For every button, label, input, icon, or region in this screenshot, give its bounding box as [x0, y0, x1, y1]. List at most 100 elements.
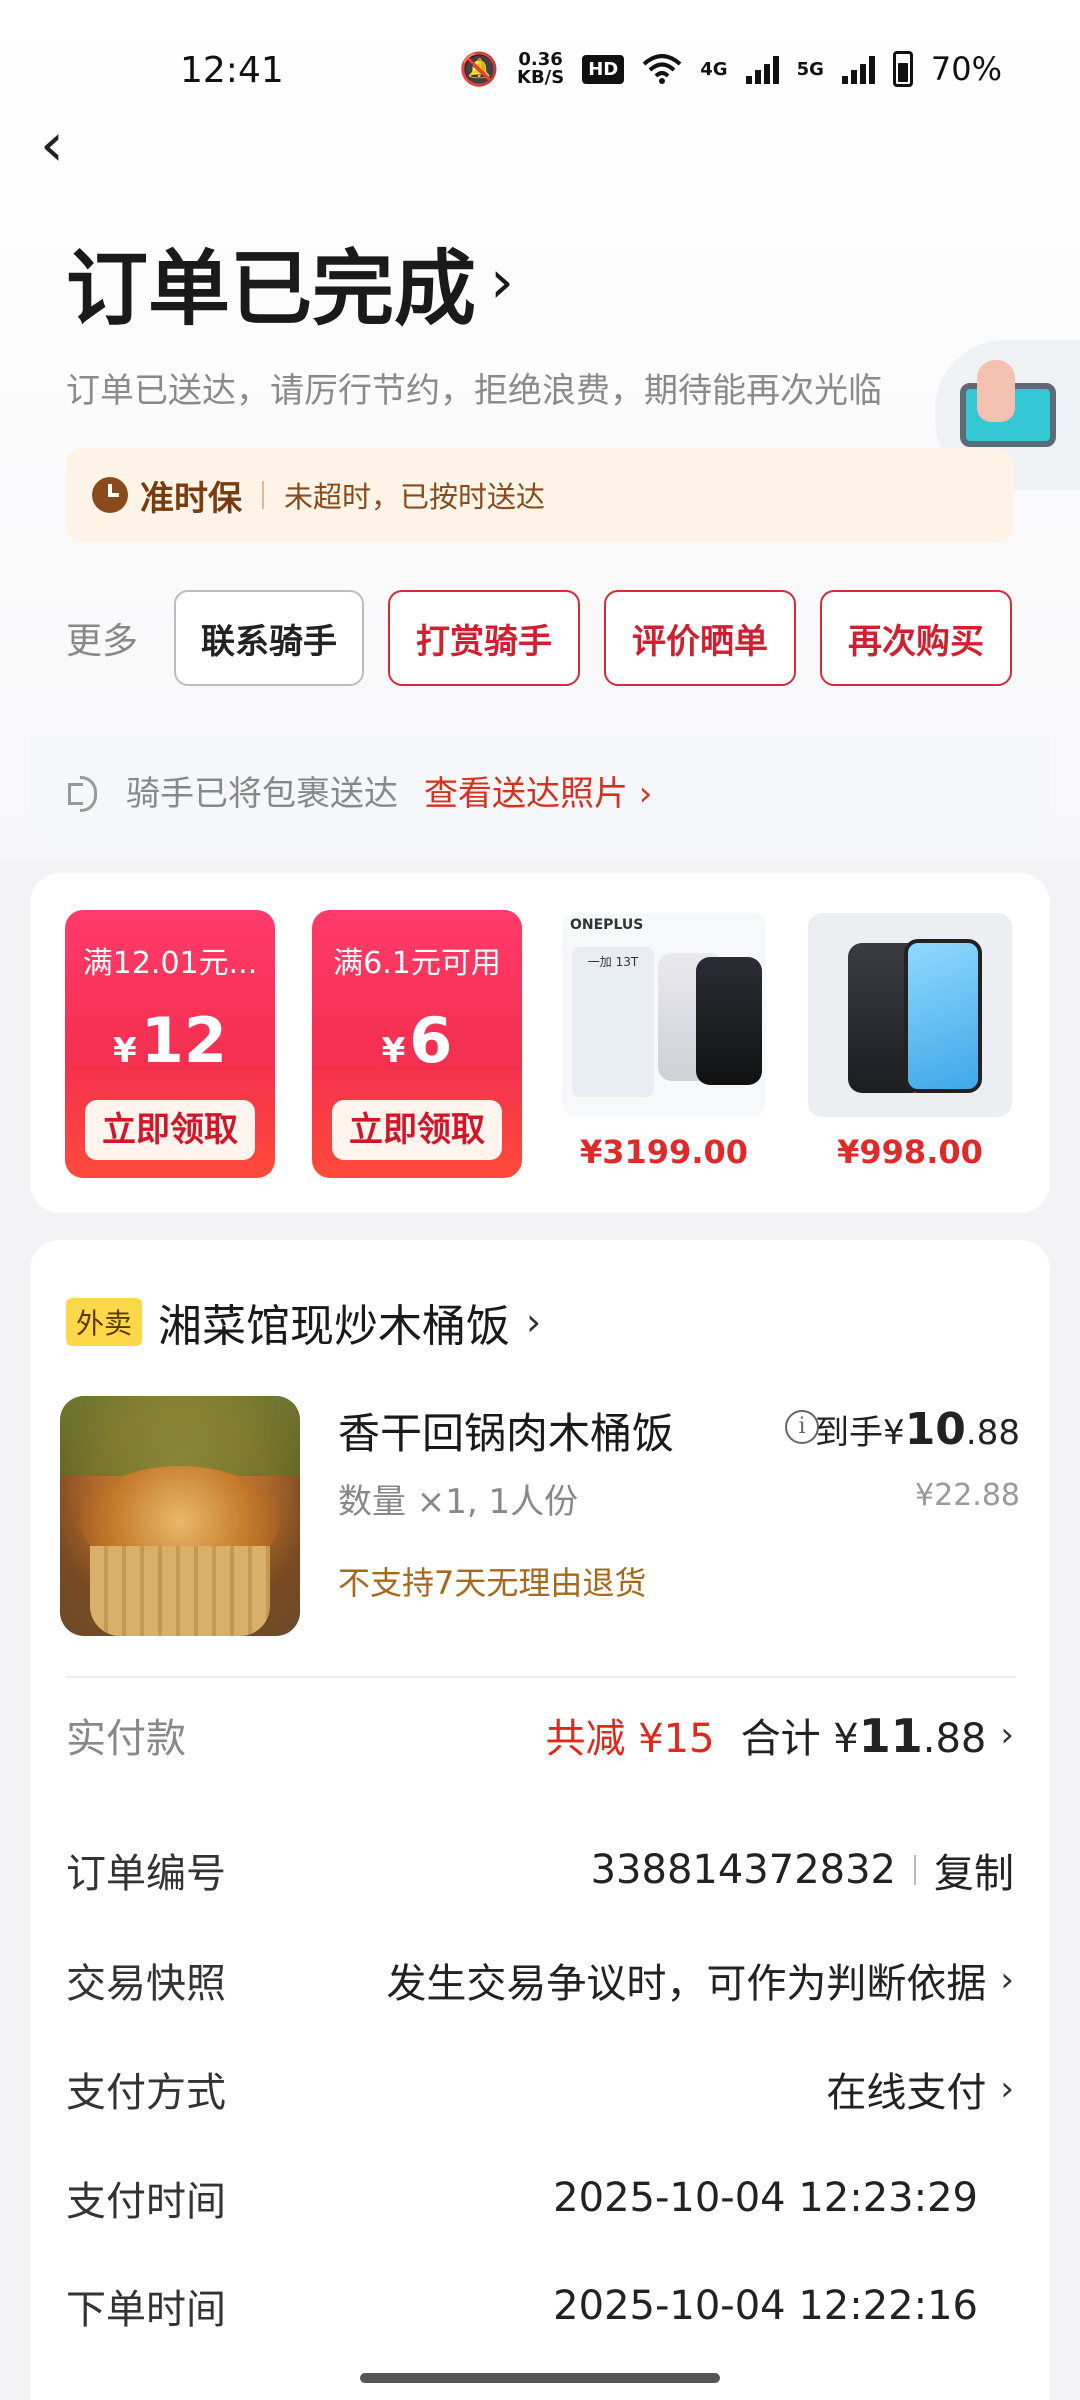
- status-icons: 🔕 0.36 KB/S HD 4G 5G 70%: [459, 50, 1002, 88]
- status-bar: 12:41 🔕 0.36 KB/S HD 4G 5G 70%: [0, 0, 1080, 140]
- total-decimal: .88: [922, 1716, 987, 1762]
- coupon-card[interactable]: 满12.01元... ¥12 立即领取: [65, 910, 275, 1178]
- discount-amount: 共减 ¥15: [545, 1716, 715, 1762]
- order-actions: 更多 联系骑手 打赏骑手 评价晒单 再次购买: [66, 590, 1016, 686]
- store-name: 湘菜馆现炒木桶饭: [158, 1301, 511, 1352]
- trade-snapshot-values: 发生交易争议时，可作为判断依据 ›: [386, 1951, 1014, 2009]
- item-final-price: 到手¥10.88: [815, 1404, 1020, 1455]
- order-number-row: 订单编号 338814372832 复制: [66, 1840, 1014, 1900]
- view-delivery-photo-link[interactable]: 查看送达照片 ›: [424, 766, 652, 815]
- coupon-condition: 满6.1元可用: [333, 946, 501, 981]
- order-time-label: 下单时间: [66, 2287, 226, 2333]
- signal-5g-icon: [841, 54, 875, 84]
- network-4g-label: 4G: [700, 58, 728, 80]
- network-speed: 0.36 KB/S: [517, 51, 564, 87]
- product-image: [808, 913, 1012, 1117]
- coupon-amount: ¥12: [65, 1004, 275, 1077]
- order-number-values: 338814372832 复制: [591, 1841, 1014, 1899]
- item-original-price: ¥22.88: [915, 1478, 1020, 1513]
- chevron-right-icon: ›: [1000, 1960, 1014, 2000]
- product-model: 一加 13T: [587, 955, 639, 969]
- chevron-right-icon: ›: [490, 246, 515, 317]
- review-button[interactable]: 评价晒单: [604, 590, 796, 686]
- page-title-text: 订单已完成: [66, 242, 477, 337]
- battery-icon: [892, 51, 913, 87]
- payment-label: 实付款: [66, 1716, 186, 1762]
- phone-front-image: [904, 939, 982, 1093]
- home-indicator[interactable]: [360, 2373, 720, 2383]
- rider-delivery-row: 骑手已将包裹送达 查看送达照片 ›: [68, 766, 652, 815]
- divider: [914, 1855, 916, 1885]
- coupon-amount: ¥6: [312, 1004, 522, 1077]
- final-price-integer: 10: [904, 1404, 966, 1455]
- buy-again-button[interactable]: 再次购买: [820, 590, 1012, 686]
- food-image[interactable]: [60, 1396, 300, 1636]
- payment-method-row[interactable]: 支付方式 在线支付 ›: [66, 2059, 1014, 2119]
- tip-rider-button[interactable]: 打赏骑手: [388, 590, 580, 686]
- final-price-label: 到手¥: [815, 1413, 905, 1453]
- divider: [66, 1676, 1016, 1678]
- final-price-decimal: .88: [965, 1413, 1020, 1453]
- product-brand: ONEPLUS: [570, 917, 644, 933]
- coupon-currency: ¥: [381, 1031, 406, 1071]
- hd-icon: HD: [582, 54, 625, 84]
- claim-coupon-button[interactable]: 立即领取: [332, 1100, 502, 1160]
- rider-delivery-text: 骑手已将包裹送达: [126, 774, 398, 814]
- chevron-right-icon: ›: [526, 1300, 542, 1344]
- payment-method-values: 在线支付 ›: [826, 2060, 1014, 2118]
- ontime-text: 未超时，已按时送达: [284, 480, 546, 514]
- coupon-currency: ¥: [113, 1031, 137, 1071]
- product-price: ¥998.00: [837, 1133, 983, 1171]
- chevron-left-icon: ‹: [40, 110, 64, 180]
- payment-time-value: 2025-10-04 12:23:29: [553, 2175, 978, 2221]
- page-title[interactable]: 订单已完成 ›: [66, 222, 514, 341]
- claim-coupon-button[interactable]: 立即领取: [85, 1100, 255, 1160]
- wooden-bucket: [90, 1546, 270, 1636]
- coupon-card[interactable]: 满6.1元可用 ¥6 立即领取: [312, 910, 522, 1178]
- item-quantity: 数量 ×1, 1人份: [338, 1482, 579, 1522]
- recommended-product[interactable]: ¥998.00: [808, 913, 1012, 1171]
- payment-method-label: 支付方式: [66, 2070, 226, 2116]
- trade-snapshot-value: 发生交易争议时，可作为判断依据: [386, 1961, 987, 2007]
- info-icon[interactable]: i: [785, 1410, 819, 1444]
- coupon-amount-value: 6: [409, 1004, 453, 1077]
- product-price: ¥3199.00: [579, 1133, 748, 1171]
- ontime-guarantee-banner: 准时保 未超时，已按时送达: [66, 448, 1014, 542]
- product-image: ONEPLUS 一加 13T: [562, 913, 766, 1117]
- payment-values: 共减 ¥15 合计 ¥11.88 ›: [546, 1706, 1014, 1764]
- payment-method-value: 在线支付: [826, 2070, 987, 2116]
- order-time-value: 2025-10-04 12:22:16: [553, 2283, 978, 2329]
- phone-front-image: [696, 957, 762, 1085]
- ontime-title: 准时保: [140, 478, 242, 519]
- network-speed-unit: KB/S: [517, 67, 565, 88]
- hand-icon: [977, 360, 1015, 422]
- status-time: 12:41: [180, 50, 284, 91]
- more-actions-label[interactable]: 更多: [66, 612, 174, 664]
- coupon-condition: 满12.01元...: [82, 946, 258, 981]
- recommendation-card: 满12.01元... ¥12 立即领取 满6.1元可用 ¥6 立即领取 ONEP…: [30, 873, 1050, 1213]
- chevron-right-icon: ›: [1000, 1715, 1014, 1755]
- recommended-product[interactable]: ONEPLUS 一加 13T ¥3199.00: [562, 913, 766, 1171]
- network-5g-label: 5G: [796, 58, 824, 80]
- back-button[interactable]: ‹: [40, 115, 96, 185]
- store-header[interactable]: 外卖 湘菜馆现炒木桶饭 ›: [66, 1290, 541, 1354]
- payment-summary-row[interactable]: 实付款 共减 ¥15 合计 ¥11.88 ›: [66, 1705, 1014, 1765]
- payment-time-row: 支付时间 2025-10-04 12:23:29: [66, 2168, 1014, 2228]
- product-spec-panel: 一加 13T: [572, 947, 654, 1097]
- item-name: 香干回锅肉木桶饭: [338, 1409, 675, 1458]
- divider: [262, 481, 264, 509]
- contact-rider-button[interactable]: 联系骑手: [174, 590, 364, 686]
- signal-4g-icon: [745, 54, 779, 84]
- total-label: 合计 ¥: [740, 1716, 859, 1762]
- store-type-badge: 外卖: [66, 1298, 143, 1346]
- copy-button[interactable]: 复制: [934, 1841, 1014, 1899]
- chevron-right-icon: ›: [1000, 2069, 1014, 2109]
- speaker-icon: [68, 774, 108, 812]
- food-garnish: [60, 1396, 300, 1476]
- total-integer: 11: [858, 1709, 923, 1763]
- coupon-amount-value: 12: [140, 1004, 227, 1077]
- mute-bell-icon: 🔕: [459, 50, 500, 88]
- wifi-icon: [642, 54, 682, 84]
- trade-snapshot-row[interactable]: 交易快照 发生交易争议时，可作为判断依据 ›: [66, 1950, 1014, 2010]
- return-policy-note: 不支持7天无理由退货: [338, 1564, 647, 1602]
